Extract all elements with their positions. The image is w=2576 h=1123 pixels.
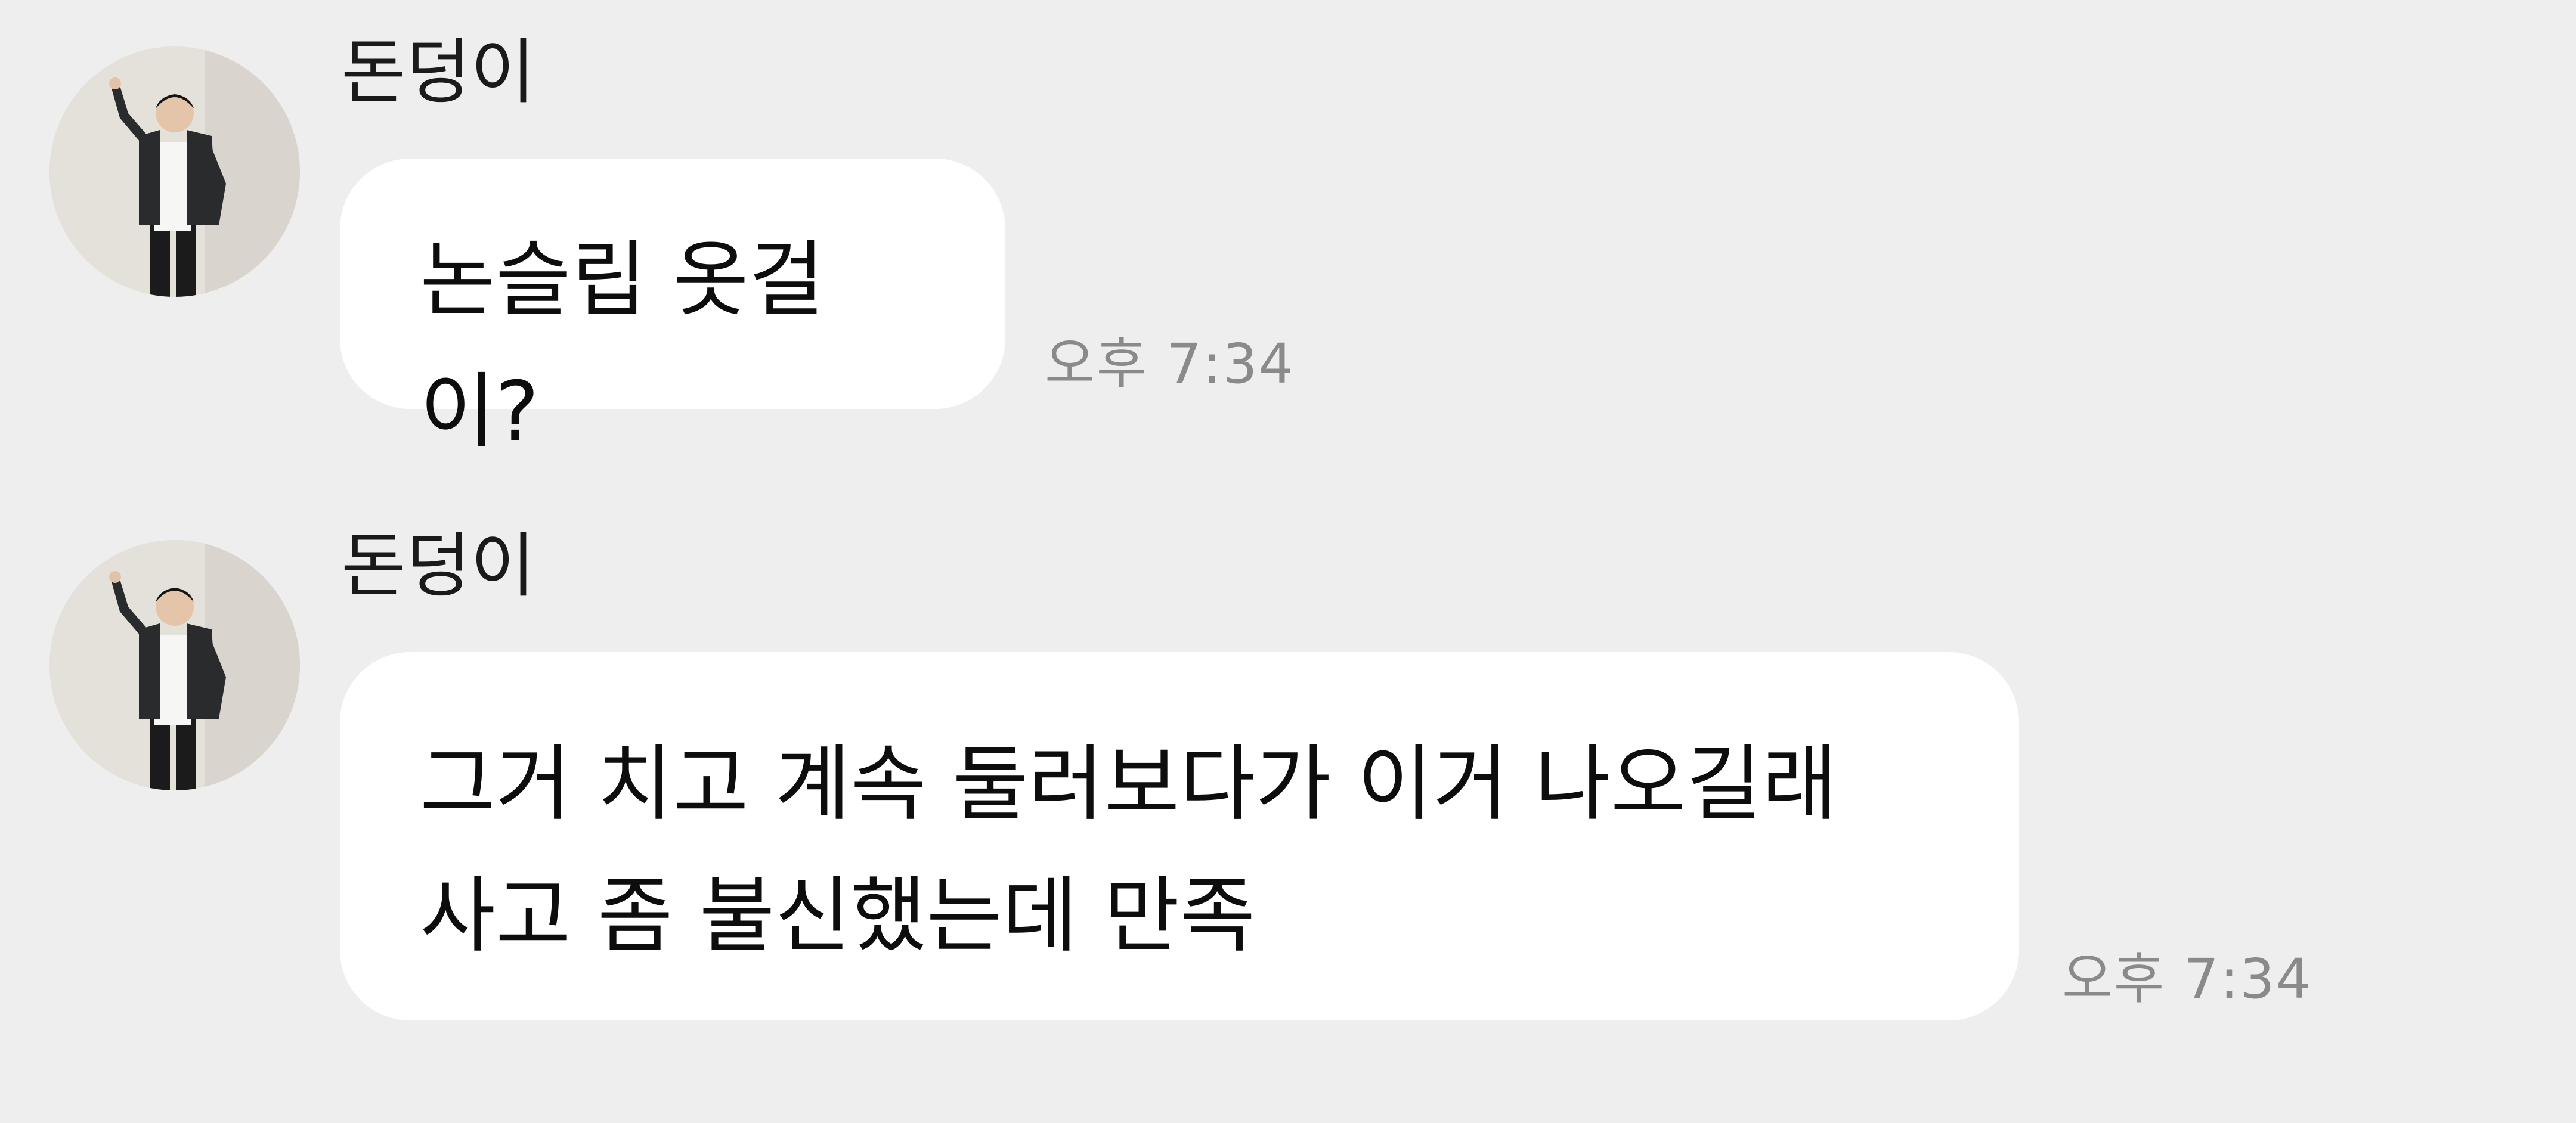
person-photo-icon <box>49 46 300 297</box>
chat-message: 돈덩이 그거 치고 계속 둘러보다가 이거 나오길래 사고 좀 불신했는데 만족… <box>0 494 2576 1123</box>
avatar[interactable] <box>49 46 300 297</box>
sender-name: 돈덩이 <box>341 525 535 607</box>
avatar[interactable] <box>49 540 300 790</box>
chat-message: 돈덩이 논슬립 옷걸이? 오후 7:34 <box>0 0 2576 460</box>
message-bubble[interactable]: 논슬립 옷걸이? <box>340 159 1005 460</box>
person-photo-icon <box>49 540 300 790</box>
message-timestamp: 오후 7:34 <box>2062 947 2312 1011</box>
message-timestamp: 오후 7:34 <box>1045 332 1295 396</box>
sender-name: 돈덩이 <box>341 31 535 113</box>
message-bubble[interactable]: 그거 치고 계속 둘러보다가 이거 나오길래 사고 좀 불신했는데 만족 <box>340 652 2019 1020</box>
